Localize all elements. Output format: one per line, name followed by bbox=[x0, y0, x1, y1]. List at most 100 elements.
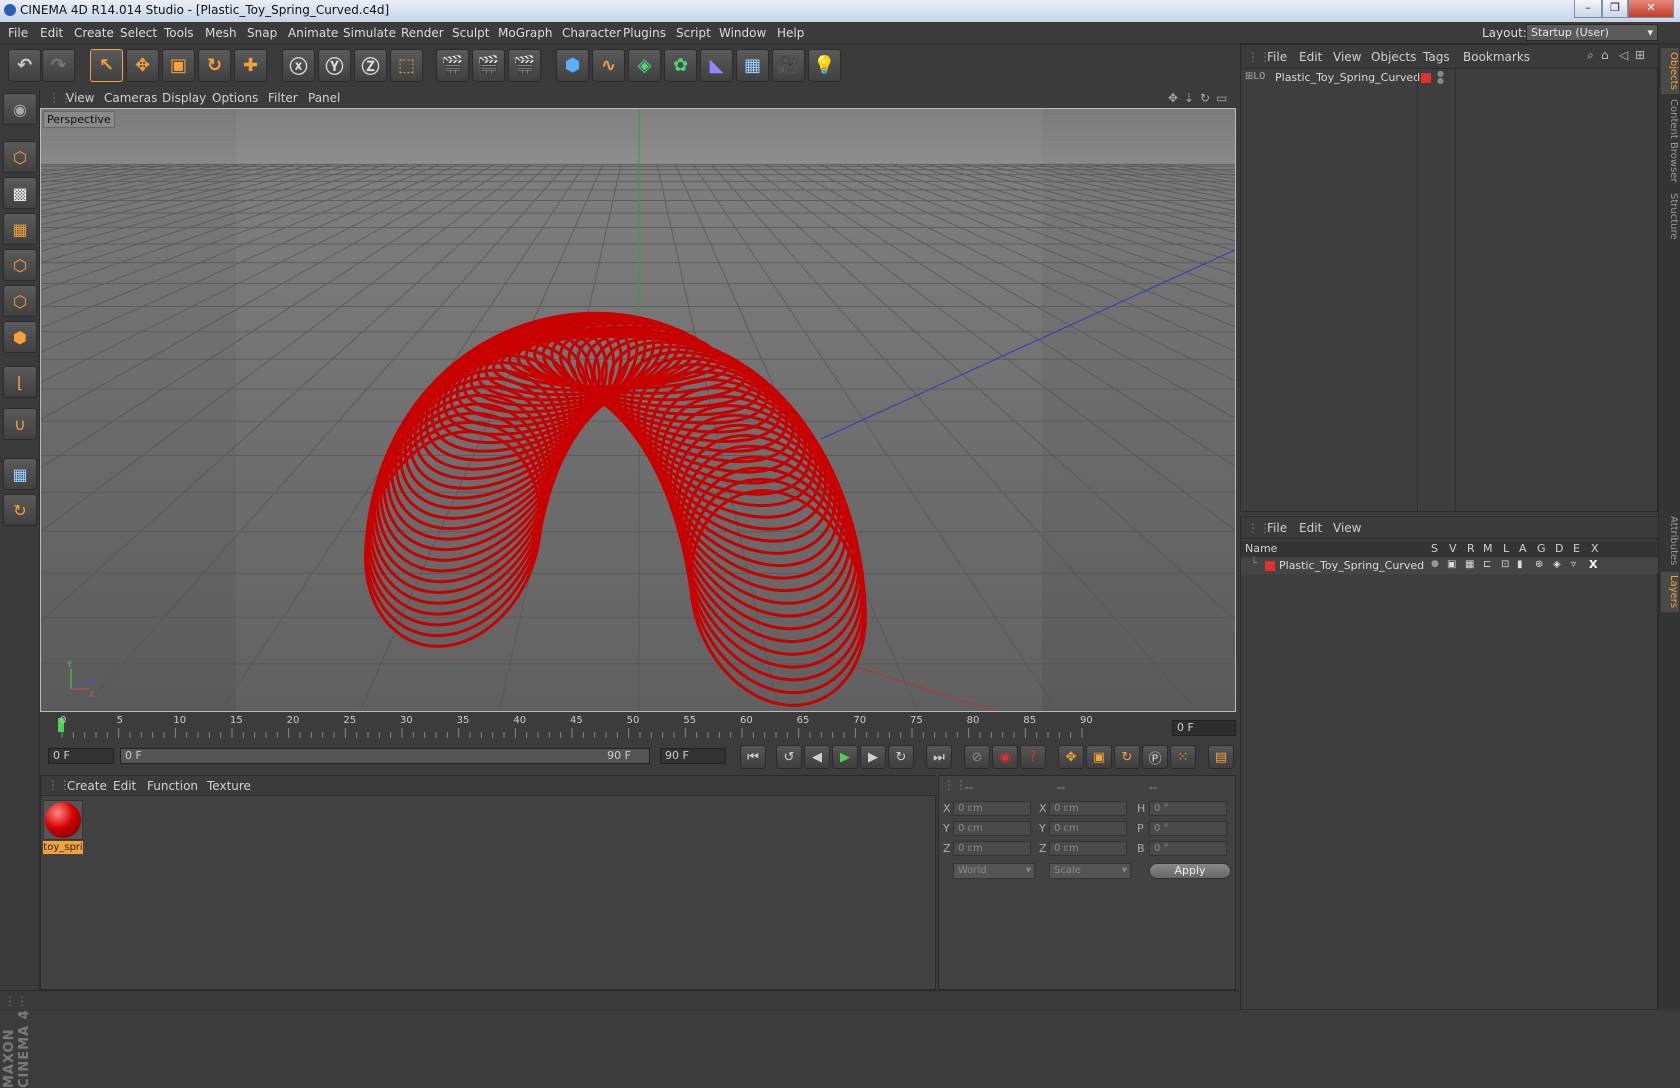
workplane-lock-button[interactable]: ▦ bbox=[3, 458, 37, 490]
make-editable-button[interactable]: ◉ bbox=[3, 93, 37, 125]
move-tool-button[interactable]: ✥ bbox=[126, 49, 159, 82]
layer-color-swatch[interactable] bbox=[1265, 561, 1275, 571]
z-axis-button[interactable]: Ⓩ bbox=[354, 49, 387, 82]
maximize-button[interactable]: ❐ bbox=[1602, 0, 1628, 18]
y-axis-button[interactable]: Ⓨ bbox=[318, 49, 351, 82]
xref-icon[interactable]: X bbox=[1589, 558, 1597, 571]
new-window-icon[interactable]: ⊞ bbox=[1635, 48, 1645, 62]
layer-row[interactable]: └ Plastic_Toy_Spring_Curved ● ▣ ▦ ⊏ ⊡ ▮ … bbox=[1241, 558, 1659, 574]
rotation-p-field[interactable]: 0 ° bbox=[1149, 821, 1227, 836]
add-nurbs-button[interactable]: ◈ bbox=[628, 49, 661, 82]
timeline-button[interactable]: ▤ bbox=[1208, 745, 1234, 769]
end-frame-field[interactable]: 90 F bbox=[660, 748, 726, 764]
x-axis-button[interactable]: ⓧ bbox=[282, 49, 315, 82]
polygons-mode-button[interactable]: ⬢ bbox=[3, 321, 37, 353]
menu-simulate[interactable]: Simulate bbox=[343, 26, 396, 40]
expression-icon[interactable]: ▿ bbox=[1571, 559, 1576, 570]
viewport-menu-options[interactable]: Options bbox=[212, 91, 258, 105]
tab-layers[interactable]: Layers bbox=[1661, 572, 1679, 612]
material-menu-edit[interactable]: Edit bbox=[113, 779, 136, 793]
position-x-field[interactable]: 0 cm bbox=[953, 801, 1031, 816]
tab-objects[interactable]: Objects bbox=[1661, 48, 1679, 94]
layer-col-render[interactable]: R bbox=[1467, 542, 1475, 555]
deformer-icon[interactable]: ◈ bbox=[1553, 559, 1561, 570]
render-view-button[interactable]: 🎬 bbox=[436, 49, 469, 82]
eye-icon[interactable]: ▣ bbox=[1447, 559, 1456, 570]
render-settings-button[interactable]: 🎬 bbox=[508, 49, 541, 82]
points-mode-button[interactable]: ⬡ bbox=[3, 249, 37, 281]
minimize-button[interactable]: – bbox=[1574, 0, 1602, 18]
record-keys-button[interactable]: ⊘ bbox=[964, 745, 990, 769]
object-menu-file[interactable]: File bbox=[1267, 50, 1287, 64]
material-item[interactable]: toy_spri bbox=[41, 798, 85, 854]
viewport-menu-filter[interactable]: Filter bbox=[268, 91, 298, 105]
current-frame-field[interactable]: 0 F bbox=[1172, 720, 1236, 736]
pan-icon[interactable]: ✥ bbox=[1168, 91, 1178, 105]
menu-window[interactable]: Window bbox=[719, 26, 766, 40]
previous-key-button[interactable]: ↺ bbox=[776, 745, 802, 769]
keyframe-selection-button[interactable]: ? bbox=[1020, 745, 1046, 769]
layer-col-locked[interactable]: L bbox=[1503, 542, 1509, 555]
auto-keying-button[interactable]: ◉ bbox=[992, 745, 1018, 769]
size-y-field[interactable]: 0 cm bbox=[1049, 821, 1127, 836]
range-slider[interactable]: 0 F 90 F bbox=[120, 748, 650, 764]
layer-col-name[interactable]: Name bbox=[1245, 542, 1277, 555]
viewport-menu-panel[interactable]: Panel bbox=[308, 91, 340, 105]
object-menu-view[interactable]: View bbox=[1333, 50, 1361, 64]
tab-content-browser[interactable]: Content Browser bbox=[1661, 98, 1679, 184]
layer-menu-file[interactable]: File bbox=[1267, 521, 1287, 535]
size-z-field[interactable]: 0 cm bbox=[1049, 841, 1127, 856]
key-position-button[interactable]: ✥ bbox=[1058, 745, 1084, 769]
animation-icon[interactable]: ▮ bbox=[1517, 559, 1523, 570]
dolly-icon[interactable]: ⇣ bbox=[1184, 91, 1194, 105]
planar-workplane-button[interactable]: ↻ bbox=[3, 494, 37, 526]
menu-sculpt[interactable]: Sculpt bbox=[452, 26, 489, 40]
generator-icon[interactable]: ⊕ bbox=[1535, 559, 1543, 570]
texture-mode-button[interactable]: ▩ bbox=[3, 177, 37, 209]
menu-mograph[interactable]: MoGraph bbox=[498, 26, 553, 40]
layer-col-animation[interactable]: A bbox=[1519, 542, 1527, 555]
object-menu-objects[interactable]: Objects bbox=[1371, 50, 1416, 64]
add-tool-button[interactable]: ✚ bbox=[234, 49, 267, 82]
layer-col-view[interactable]: V bbox=[1449, 542, 1457, 555]
menu-help[interactable]: Help bbox=[777, 26, 804, 40]
object-menu-edit[interactable]: Edit bbox=[1299, 50, 1322, 64]
material-menu-texture[interactable]: Texture bbox=[207, 779, 251, 793]
menu-file[interactable]: File bbox=[8, 26, 28, 40]
menu-tools[interactable]: Tools bbox=[164, 26, 194, 40]
size-mode-select[interactable]: Scale▾ bbox=[1049, 863, 1131, 879]
layer-col-generators[interactable]: G bbox=[1537, 542, 1546, 555]
position-y-field[interactable]: 0 cm bbox=[953, 821, 1031, 836]
viewport-menu-view[interactable]: View bbox=[66, 91, 94, 105]
scale-tool-button[interactable]: ▣ bbox=[162, 49, 195, 82]
menu-script[interactable]: Script bbox=[676, 26, 711, 40]
axis-mode-button[interactable]: ⌊ bbox=[3, 366, 37, 398]
timeline-ruler[interactable]: 051015202530354045505560657075808590 bbox=[40, 714, 1238, 744]
coordinate-system-button[interactable]: ⬚ bbox=[390, 49, 423, 82]
go-to-start-button[interactable]: ⏮ bbox=[740, 745, 766, 769]
rotation-h-field[interactable]: 0 ° bbox=[1149, 801, 1227, 816]
menu-render[interactable]: Render bbox=[401, 26, 444, 40]
add-camera-button[interactable]: 🎥 bbox=[772, 49, 805, 82]
key-rotation-button[interactable]: ↻ bbox=[1114, 745, 1140, 769]
menu-snap[interactable]: Snap bbox=[247, 26, 277, 40]
key-scale-button[interactable]: ▣ bbox=[1086, 745, 1112, 769]
menu-select[interactable]: Select bbox=[120, 26, 157, 40]
size-x-field[interactable]: 0 cm bbox=[1049, 801, 1127, 816]
visibility-dots-icon[interactable]: ●● bbox=[1437, 70, 1444, 84]
search-icon[interactable]: ⌕ bbox=[1587, 48, 1594, 63]
next-key-button[interactable]: ↻ bbox=[888, 745, 914, 769]
tab-attributes[interactable]: Attributes bbox=[1661, 514, 1679, 568]
layer-menu-view[interactable]: View bbox=[1333, 521, 1361, 535]
menu-create[interactable]: Create bbox=[74, 26, 114, 40]
previous-frame-button[interactable]: ◀ bbox=[804, 745, 830, 769]
add-light-button[interactable]: 💡 bbox=[808, 49, 841, 82]
add-deformer-button[interactable]: ◣ bbox=[700, 49, 733, 82]
object-menu-bookmarks[interactable]: Bookmarks bbox=[1463, 50, 1530, 64]
key-point-level-button[interactable]: ⁙ bbox=[1170, 745, 1196, 769]
snap-button[interactable]: ∪ bbox=[3, 408, 37, 440]
workplane-mode-button[interactable]: ▦ bbox=[3, 213, 37, 245]
go-to-end-button[interactable]: ⏭ bbox=[926, 745, 952, 769]
layer-col-expressions[interactable]: E bbox=[1573, 542, 1580, 555]
menu-mesh[interactable]: Mesh bbox=[205, 26, 237, 40]
